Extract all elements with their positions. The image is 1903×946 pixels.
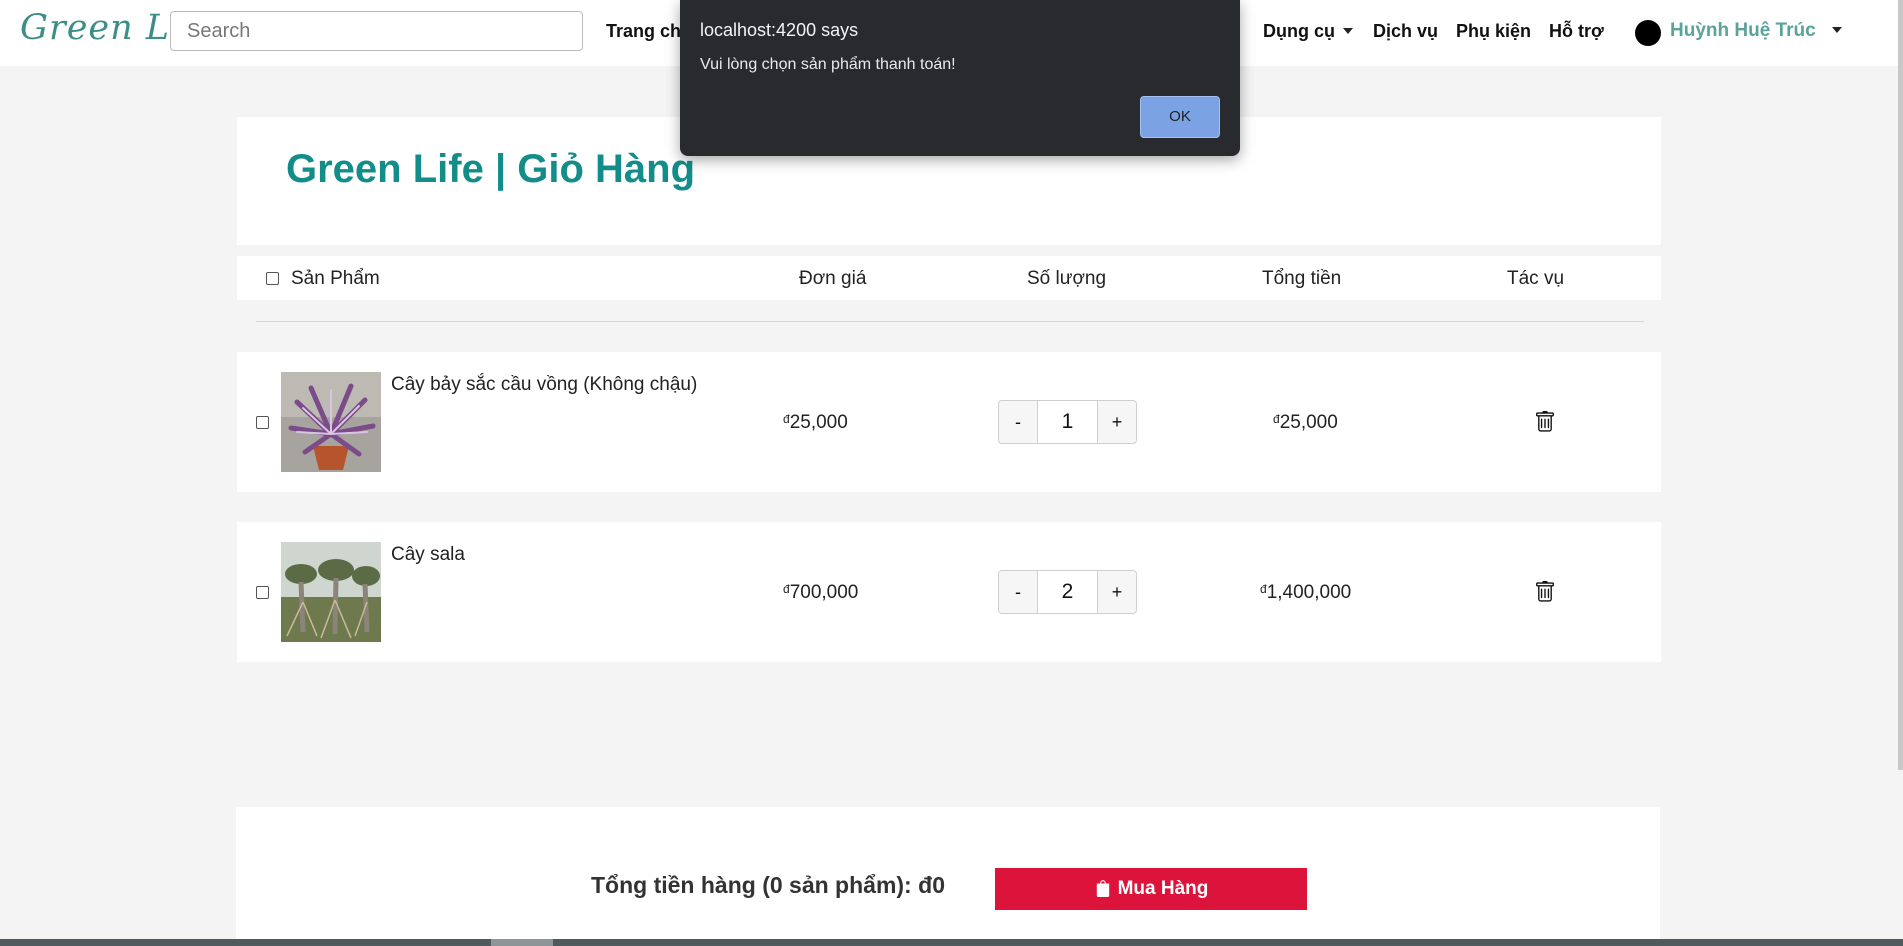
select-all-checkbox[interactable] [266, 272, 279, 285]
row-total-value: 25,000 [1279, 412, 1338, 433]
nav-link-services[interactable]: Dịch vụ [1373, 21, 1438, 42]
unit-price: đ25,000 [783, 412, 848, 434]
row-total: đ1,400,000 [1260, 582, 1351, 604]
header-quantity: Số lượng [1027, 268, 1107, 289]
product-name[interactable]: Cây bảy sắc cầu vồng (Không chậu) [391, 374, 697, 396]
vertical-scrollbar[interactable] [1898, 0, 1903, 770]
dialog-title: localhost:4200 says [700, 20, 859, 40]
row-total: đ25,000 [1273, 412, 1338, 434]
header-unit-price: Đơn giá [799, 268, 867, 289]
chevron-down-icon [1343, 28, 1353, 34]
ok-button[interactable]: OK [1140, 96, 1220, 138]
unit-price: đ700,000 [783, 582, 858, 604]
quantity-input[interactable]: 1 [1037, 401, 1098, 443]
cart-table-header: Sản Phẩm Đơn giá Số lượng Tổng tiền Tác … [237, 256, 1661, 300]
cart-total-label: Tổng tiền hàng (0 sản phẩm): [591, 872, 919, 898]
shopping-bag-icon [1096, 880, 1109, 897]
unit-price-value: 25,000 [789, 412, 848, 433]
header-total: Tổng tiền [1262, 268, 1342, 289]
user-name: Huỳnh Huệ Trúc [1670, 20, 1816, 41]
header-actions: Tác vụ [1507, 268, 1565, 289]
currency-symbol: đ [783, 412, 790, 426]
nav-link-tools-label: Dụng cụ [1263, 21, 1335, 41]
row-total-value: 1,400,000 [1266, 582, 1352, 603]
row-checkbox[interactable] [256, 416, 269, 429]
quantity-input[interactable]: 2 [1037, 571, 1098, 613]
nav-link-tools[interactable]: Dụng cụ [1263, 21, 1353, 42]
divider [256, 321, 1644, 322]
checkout-footer: Tổng tiền hàng (0 sản phẩm): đ0 Mua Hàng [236, 807, 1660, 946]
nav-link-support[interactable]: Hỗ trợ [1549, 21, 1604, 42]
page-title: Green Life | Giỏ Hàng [286, 147, 696, 191]
avatar[interactable] [1635, 20, 1661, 46]
quantity-increase-button[interactable]: + [1097, 401, 1136, 443]
user-menu[interactable]: Huỳnh Huệ Trúc [1670, 20, 1842, 42]
search-input[interactable] [170, 11, 583, 51]
header-product: Sản Phẩm [291, 268, 380, 289]
alert-dialog: localhost:4200 says Vui lòng chọn sản ph… [680, 0, 1240, 156]
trash-icon[interactable] [1534, 411, 1556, 433]
quantity-increase-button[interactable]: + [1097, 571, 1136, 613]
cart-total: Tổng tiền hàng (0 sản phẩm): đ0 [591, 872, 945, 899]
currency-symbol: đ [1273, 412, 1280, 426]
dialog-message: Vui lòng chọn sản phẩm thanh toán! [700, 56, 956, 73]
cart-total-value: 0 [932, 872, 945, 898]
currency-symbol: đ [1260, 582, 1267, 596]
trash-icon[interactable] [1534, 581, 1556, 603]
product-image[interactable] [281, 372, 381, 472]
cart-row: Cây sala đ700,000 - 2 + đ1,400,000 [237, 522, 1661, 662]
quantity-decrease-button[interactable]: - [999, 401, 1038, 443]
row-checkbox[interactable] [256, 586, 269, 599]
quantity-stepper: - 1 + [998, 400, 1137, 444]
buy-button[interactable]: Mua Hàng [995, 868, 1307, 910]
product-image[interactable] [281, 542, 381, 642]
horizontal-scrollbar[interactable] [0, 939, 1903, 946]
currency-symbol: đ [783, 582, 790, 596]
nav-link-accessories[interactable]: Phụ kiện [1456, 21, 1531, 42]
buy-button-label: Mua Hàng [1117, 878, 1209, 899]
quantity-stepper: - 2 + [998, 570, 1137, 614]
quantity-decrease-button[interactable]: - [999, 571, 1038, 613]
unit-price-value: 700,000 [789, 582, 859, 603]
product-name[interactable]: Cây sala [391, 544, 465, 566]
chevron-down-icon [1831, 27, 1842, 33]
cart-row: Cây bảy sắc cầu vồng (Không chậu) đ25,00… [237, 352, 1661, 492]
currency-symbol: đ [918, 872, 933, 898]
scrollbar-thumb[interactable] [491, 939, 553, 946]
